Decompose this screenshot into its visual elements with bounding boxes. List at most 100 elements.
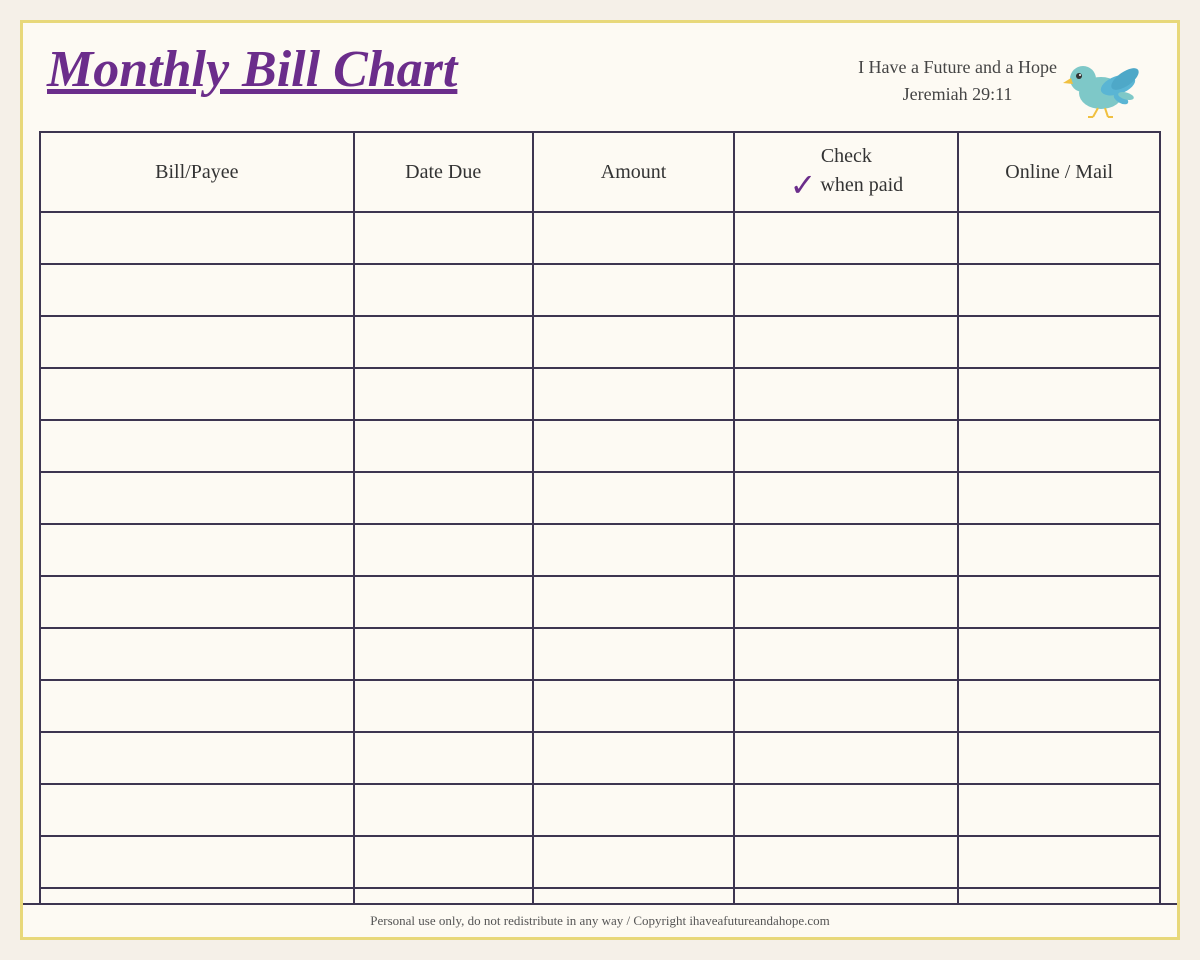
table-cell[interactable]	[734, 680, 958, 732]
table-cell[interactable]	[533, 888, 735, 903]
table-cell[interactable]	[533, 472, 735, 524]
table-cell[interactable]	[533, 576, 735, 628]
table-cell[interactable]	[354, 836, 533, 888]
table-cell[interactable]	[533, 316, 735, 368]
header-right: I Have a Future and a Hope Jeremiah 29:1…	[858, 41, 1153, 121]
page-title: Monthly Bill Chart	[47, 41, 457, 98]
tagline-line2: Jeremiah 29:11	[903, 84, 1013, 104]
table-row[interactable]	[40, 368, 1160, 420]
table-cell[interactable]	[734, 368, 958, 420]
col-header-online: Online / Mail	[958, 132, 1160, 212]
table-cell[interactable]	[958, 316, 1160, 368]
bird-icon	[1063, 41, 1153, 121]
table-cell[interactable]	[354, 628, 533, 680]
table-cell[interactable]	[533, 732, 735, 784]
table-cell[interactable]	[734, 732, 958, 784]
table-cell[interactable]	[533, 264, 735, 316]
table-cell[interactable]	[958, 888, 1160, 903]
table-cell[interactable]	[958, 264, 1160, 316]
table-cell[interactable]	[40, 836, 354, 888]
table-cell[interactable]	[734, 888, 958, 903]
table-cell[interactable]	[958, 680, 1160, 732]
tagline-line1: I Have a Future and a Hope	[858, 57, 1057, 77]
table-cell[interactable]	[734, 576, 958, 628]
table-cell[interactable]	[354, 420, 533, 472]
table-cell[interactable]	[533, 368, 735, 420]
col-header-amount: Amount	[533, 132, 735, 212]
table-cell[interactable]	[40, 732, 354, 784]
table-cell[interactable]	[958, 524, 1160, 576]
table-cell[interactable]	[40, 368, 354, 420]
table-cell[interactable]	[40, 784, 354, 836]
table-cell[interactable]	[40, 264, 354, 316]
table-cell[interactable]	[40, 680, 354, 732]
table-cell[interactable]	[958, 472, 1160, 524]
table-cell[interactable]	[354, 680, 533, 732]
table-cell[interactable]	[354, 264, 533, 316]
table-cell[interactable]	[734, 420, 958, 472]
table-cell[interactable]	[958, 784, 1160, 836]
table-cell[interactable]	[40, 420, 354, 472]
table-cell[interactable]	[40, 524, 354, 576]
table-row[interactable]	[40, 680, 1160, 732]
table-row[interactable]	[40, 576, 1160, 628]
table-container: Bill/Payee Date Due Amount Check ✓ when …	[23, 131, 1177, 903]
table-cell[interactable]	[958, 368, 1160, 420]
table-row[interactable]	[40, 732, 1160, 784]
table-cell[interactable]	[533, 680, 735, 732]
table-row[interactable]	[40, 472, 1160, 524]
table-cell[interactable]	[354, 576, 533, 628]
table-cell[interactable]	[734, 836, 958, 888]
table-row[interactable]	[40, 888, 1160, 903]
table-cell[interactable]	[533, 836, 735, 888]
table-cell[interactable]	[734, 784, 958, 836]
table-cell[interactable]	[40, 316, 354, 368]
table-cell[interactable]	[40, 472, 354, 524]
table-cell[interactable]	[354, 784, 533, 836]
table-cell[interactable]	[354, 316, 533, 368]
table-cell[interactable]	[40, 212, 354, 264]
table-row[interactable]	[40, 628, 1160, 680]
table-row[interactable]	[40, 264, 1160, 316]
table-cell[interactable]	[734, 316, 958, 368]
table-row[interactable]	[40, 420, 1160, 472]
table-cell[interactable]	[354, 368, 533, 420]
table-cell[interactable]	[958, 628, 1160, 680]
bill-chart-table: Bill/Payee Date Due Amount Check ✓ when …	[39, 131, 1161, 903]
table-row[interactable]	[40, 212, 1160, 264]
table-cell[interactable]	[734, 472, 958, 524]
table-cell[interactable]	[734, 628, 958, 680]
table-cell[interactable]	[354, 524, 533, 576]
table-cell[interactable]	[958, 212, 1160, 264]
check-header-bottom: when paid	[820, 172, 903, 198]
table-cell[interactable]	[734, 212, 958, 264]
table-row[interactable]	[40, 836, 1160, 888]
table-cell[interactable]	[734, 264, 958, 316]
table-cell[interactable]	[958, 576, 1160, 628]
table-cell[interactable]	[533, 420, 735, 472]
table-cell[interactable]	[533, 212, 735, 264]
checkmark-icon: ✓	[790, 169, 817, 201]
table-cell[interactable]	[533, 524, 735, 576]
table-cell[interactable]	[354, 732, 533, 784]
bird-area: I Have a Future and a Hope Jeremiah 29:1…	[858, 41, 1153, 121]
table-cell[interactable]	[958, 420, 1160, 472]
table-row[interactable]	[40, 784, 1160, 836]
table-cell[interactable]	[354, 888, 533, 903]
table-cell[interactable]	[734, 524, 958, 576]
check-header-row: ✓ when paid	[790, 169, 904, 201]
table-row[interactable]	[40, 316, 1160, 368]
footer-text: Personal use only, do not redistribute i…	[370, 913, 829, 928]
table-row[interactable]	[40, 524, 1160, 576]
table-cell[interactable]	[958, 836, 1160, 888]
check-header-content: Check ✓ when paid	[735, 143, 957, 201]
table-cell[interactable]	[533, 628, 735, 680]
table-cell[interactable]	[958, 732, 1160, 784]
table-cell[interactable]	[354, 212, 533, 264]
table-cell[interactable]	[40, 888, 354, 903]
tagline: I Have a Future and a Hope Jeremiah 29:1…	[858, 54, 1057, 108]
table-cell[interactable]	[40, 628, 354, 680]
table-cell[interactable]	[533, 784, 735, 836]
table-cell[interactable]	[40, 576, 354, 628]
table-cell[interactable]	[354, 472, 533, 524]
